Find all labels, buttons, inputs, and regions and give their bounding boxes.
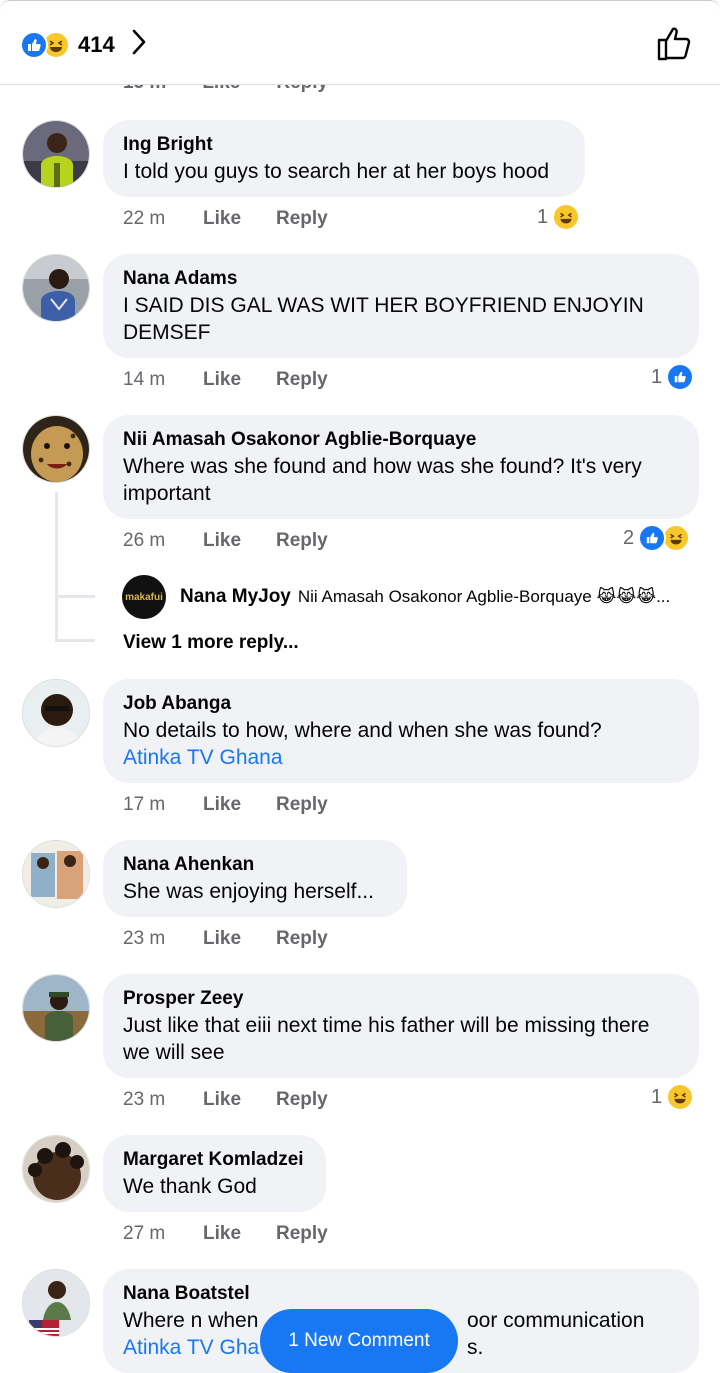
- reaction-count: 1: [651, 365, 663, 388]
- comment-meta: 26 m Like Reply: [123, 530, 328, 552]
- comment-meta: 27 m Like Reply: [123, 1223, 328, 1245]
- comment-bubble[interactable]: Prosper Zeey Just like that eiii next ti…: [103, 974, 699, 1078]
- reaction-count: 2: [623, 526, 635, 549]
- comment-bubble[interactable]: Ing Bright I told you guys to search her…: [103, 120, 585, 197]
- like-link[interactable]: Like: [203, 794, 276, 816]
- comment-author[interactable]: Job Abanga: [123, 691, 679, 717]
- comment-meta: 23 m Like Reply: [123, 928, 328, 950]
- like-reaction-icon: [666, 363, 695, 391]
- like-link[interactable]: Like: [203, 928, 276, 950]
- comment-time: 17 m: [123, 794, 166, 815]
- comment-author[interactable]: Nii Amasah Osakonor Agblie-Borquaye: [123, 427, 679, 453]
- thread-branch: [55, 595, 95, 598]
- avatar[interactable]: [22, 415, 90, 483]
- comment-author[interactable]: Nana Ahenkan: [123, 852, 387, 878]
- reactions-summary[interactable]: 414: [20, 28, 147, 61]
- reaction-count: 414: [78, 31, 115, 57]
- avatar[interactable]: [22, 1269, 90, 1337]
- like-link[interactable]: Like: [203, 530, 276, 552]
- like-link[interactable]: Like: [203, 1223, 276, 1245]
- reply-preview[interactable]: makafui Nana MyJoy Nii Amasah Osakonor A…: [122, 575, 670, 619]
- thread-line: [55, 492, 58, 640]
- comment-time: 23 m: [123, 928, 166, 949]
- comment-text: No details to how, where and when she wa…: [123, 719, 602, 742]
- comment-reactions[interactable]: 1: [651, 1083, 695, 1111]
- avatar[interactable]: [22, 840, 90, 908]
- thumbs-up-outline-icon[interactable]: [656, 25, 694, 66]
- comment-bubble[interactable]: Margaret Komladzei We thank God: [103, 1135, 326, 1212]
- comment-meta: 22 m Like Reply: [123, 208, 328, 230]
- comment-author[interactable]: Nana Adams: [123, 266, 679, 292]
- comment-text-tail: s.: [467, 1336, 484, 1359]
- comment-reactions[interactable]: 1: [651, 363, 695, 391]
- comment-text: Where was she found and how was she foun…: [123, 455, 642, 505]
- reply-link[interactable]: Reply: [276, 208, 328, 230]
- comment-bubble[interactable]: Job Abanga No details to how, where and …: [103, 679, 699, 783]
- comment-text: We thank God: [123, 1175, 257, 1198]
- comment-text: I SAID DIS GAL WAS WIT HER BOYFRIEND ENJ…: [123, 294, 644, 344]
- reply-link[interactable]: Reply: [276, 794, 328, 816]
- view-more-replies-link[interactable]: View 1 more reply...: [123, 632, 299, 654]
- comment-time: 27 m: [123, 1223, 166, 1244]
- like-reaction-icon: [20, 30, 48, 59]
- reactions-header: 414: [0, 0, 720, 85]
- reply-avatar-logo-text: makafui: [125, 591, 163, 603]
- thread-branch: [55, 639, 95, 642]
- haha-reaction-icon: [552, 203, 581, 231]
- reply-link[interactable]: Reply: [276, 1089, 328, 1111]
- chevron-right-icon[interactable]: [131, 28, 147, 61]
- comment-meta: 23 m Like Reply: [123, 1089, 328, 1111]
- comment-author[interactable]: Ing Bright: [123, 132, 565, 158]
- avatar[interactable]: [22, 1135, 90, 1203]
- avatar[interactable]: [22, 679, 90, 747]
- mention-link[interactable]: Atinka TV Gha: [123, 1336, 259, 1359]
- avatar[interactable]: [22, 120, 90, 188]
- reaction-count: 1: [537, 205, 549, 228]
- haha-reaction-icon: [662, 524, 691, 552]
- comment-text: I told you guys to search her at her boy…: [123, 160, 550, 183]
- reaction-count: 1: [651, 1085, 663, 1108]
- comment-time: 14 m: [123, 369, 166, 390]
- comment-reactions[interactable]: 1: [537, 203, 581, 231]
- like-link[interactable]: Like: [203, 369, 276, 391]
- haha-reaction-icon: [666, 1083, 695, 1111]
- comment-author[interactable]: Prosper Zeey: [123, 986, 679, 1012]
- comment-reactions[interactable]: 2: [623, 524, 691, 552]
- comment-time: 22 m: [123, 208, 166, 229]
- comment-author[interactable]: Margaret Komladzei: [123, 1147, 306, 1173]
- mention-link[interactable]: Atinka TV Ghana: [123, 744, 679, 771]
- new-comment-button[interactable]: 1 New Comment: [260, 1309, 458, 1373]
- comment-time: 26 m: [123, 530, 166, 551]
- comment-text-end: oor communication: [467, 1309, 645, 1332]
- reply-author[interactable]: Nana MyJoy: [180, 586, 291, 608]
- comment-meta: 14 m Like Reply: [123, 369, 328, 391]
- reply-link[interactable]: Reply: [276, 928, 328, 950]
- avatar[interactable]: [22, 974, 90, 1042]
- comment-bubble[interactable]: Nana Ahenkan She was enjoying herself...: [103, 840, 407, 917]
- avatar[interactable]: [22, 254, 90, 322]
- comment-author[interactable]: Nana Boatstel: [123, 1281, 679, 1307]
- reply-avatar[interactable]: makafui: [122, 575, 166, 619]
- like-link[interactable]: Like: [203, 208, 276, 230]
- like-reaction-icon: [638, 524, 667, 552]
- reply-link[interactable]: Reply: [276, 1223, 328, 1245]
- comment-text-start: Where n when: [123, 1309, 259, 1332]
- reply-text: Nii Amasah Osakonor Agblie-Borquaye 😹😹😹.…: [297, 587, 671, 606]
- comment-text: She was enjoying herself...: [123, 880, 374, 903]
- comment-time: 23 m: [123, 1089, 166, 1110]
- like-link[interactable]: Like: [203, 1089, 276, 1111]
- comment-text: Just like that eiii next time his father…: [123, 1014, 650, 1064]
- reply-link[interactable]: Reply: [276, 530, 328, 552]
- comment-bubble[interactable]: Nana Adams I SAID DIS GAL WAS WIT HER BO…: [103, 254, 699, 358]
- comment-bubble[interactable]: Nii Amasah Osakonor Agblie-Borquaye Wher…: [103, 415, 699, 519]
- reply-link[interactable]: Reply: [276, 369, 328, 391]
- comment-meta: 17 m Like Reply: [123, 794, 328, 816]
